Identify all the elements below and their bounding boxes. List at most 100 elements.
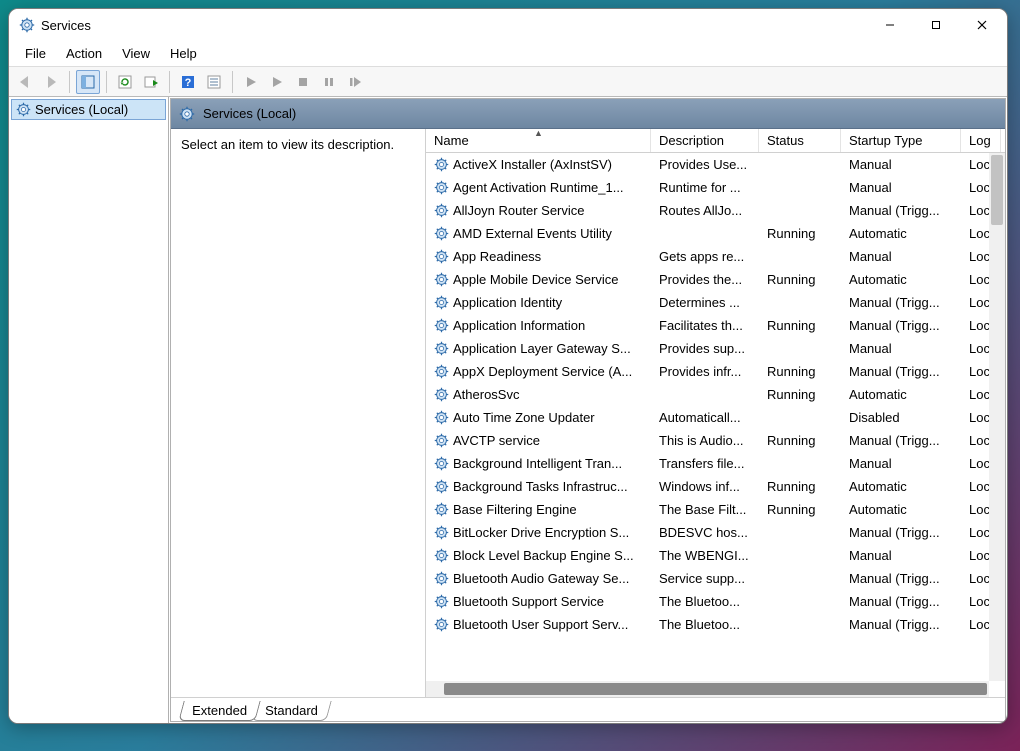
service-description: Provides Use... xyxy=(651,157,759,172)
service-description: Gets apps re... xyxy=(651,249,759,264)
service-startup: Automatic xyxy=(841,479,961,494)
service-startup: Manual (Trigg... xyxy=(841,594,961,609)
properties-button[interactable] xyxy=(202,70,226,94)
service-name: Background Intelligent Tran... xyxy=(453,456,622,471)
service-row[interactable]: AVCTP serviceThis is Audio...RunningManu… xyxy=(426,429,1005,452)
service-icon xyxy=(434,571,449,586)
service-row[interactable]: BitLocker Drive Encryption S...BDESVC ho… xyxy=(426,521,1005,544)
services-list: ▲ Name Description Status Startup Type L… xyxy=(426,129,1005,697)
start-service-button[interactable] xyxy=(239,70,263,94)
service-startup: Manual (Trigg... xyxy=(841,571,961,586)
service-row[interactable]: AllJoyn Router ServiceRoutes AllJo...Man… xyxy=(426,199,1005,222)
service-description: The WBENGI... xyxy=(651,548,759,563)
titlebar[interactable]: Services xyxy=(9,9,1007,41)
menu-action[interactable]: Action xyxy=(56,43,112,64)
service-icon xyxy=(434,617,449,632)
tree-root-services-local[interactable]: Services (Local) xyxy=(11,99,166,120)
service-row[interactable]: Bluetooth Audio Gateway Se...Service sup… xyxy=(426,567,1005,590)
service-row[interactable]: Bluetooth User Support Serv...The Blueto… xyxy=(426,613,1005,636)
service-startup: Disabled xyxy=(841,410,961,425)
close-button[interactable] xyxy=(959,9,1005,41)
stop-service-button[interactable] xyxy=(291,70,315,94)
service-description: The Bluetoo... xyxy=(651,617,759,632)
description-pane: Select an item to view its description. xyxy=(171,129,426,697)
service-name: AMD External Events Utility xyxy=(453,226,612,241)
start-service-alt-button[interactable] xyxy=(265,70,289,94)
service-icon xyxy=(434,272,449,287)
service-icon xyxy=(434,249,449,264)
column-header-logon[interactable]: Log xyxy=(961,129,1001,152)
service-name: Application Layer Gateway S... xyxy=(453,341,631,356)
service-row[interactable]: Application IdentityDetermines ...Manual… xyxy=(426,291,1005,314)
horizontal-scrollbar[interactable] xyxy=(426,681,989,697)
service-name: Apple Mobile Device Service xyxy=(453,272,618,287)
vertical-scrollbar[interactable] xyxy=(989,153,1005,681)
service-row[interactable]: ActiveX Installer (AxInstSV) Provides Use… xyxy=(426,153,1005,176)
service-description: The Base Filt... xyxy=(651,502,759,517)
back-button[interactable] xyxy=(13,70,37,94)
gear-icon xyxy=(179,106,195,122)
forward-button[interactable] xyxy=(39,70,63,94)
tab-standard[interactable]: Standard xyxy=(251,701,331,721)
service-description: Routes AllJo... xyxy=(651,203,759,218)
restart-service-button[interactable] xyxy=(343,70,367,94)
service-row[interactable]: Auto Time Zone UpdaterAutomaticall...Dis… xyxy=(426,406,1005,429)
service-name: Background Tasks Infrastruc... xyxy=(453,479,628,494)
pause-service-button[interactable] xyxy=(317,70,341,94)
export-list-button[interactable] xyxy=(139,70,163,94)
service-row[interactable]: Bluetooth Support ServiceThe Bluetoo...M… xyxy=(426,590,1005,613)
service-row[interactable]: Block Level Backup Engine S...The WBENGI… xyxy=(426,544,1005,567)
column-header-status[interactable]: Status xyxy=(759,129,841,152)
menu-file[interactable]: File xyxy=(15,43,56,64)
service-row[interactable]: Agent Activation Runtime_1...Runtime for… xyxy=(426,176,1005,199)
service-row[interactable]: Apple Mobile Device ServiceProvides the.… xyxy=(426,268,1005,291)
service-description: This is Audio... xyxy=(651,433,759,448)
menu-view[interactable]: View xyxy=(112,43,160,64)
help-button[interactable]: ? xyxy=(176,70,200,94)
service-row[interactable]: AMD External Events UtilityRunningAutoma… xyxy=(426,222,1005,245)
show-hide-tree-button[interactable] xyxy=(76,70,100,94)
service-row[interactable]: Base Filtering EngineThe Base Filt...Run… xyxy=(426,498,1005,521)
service-name: AppX Deployment Service (A... xyxy=(453,364,632,379)
service-status: Running xyxy=(759,272,841,287)
service-name: AtherosSvc xyxy=(453,387,519,402)
service-startup: Manual xyxy=(841,249,961,264)
horizontal-scrollbar-thumb[interactable] xyxy=(444,683,987,695)
service-icon xyxy=(434,548,449,563)
refresh-button[interactable] xyxy=(113,70,137,94)
service-name: BitLocker Drive Encryption S... xyxy=(453,525,629,540)
tree-pane: Services (Local) xyxy=(9,97,169,723)
toolbar: ? xyxy=(9,67,1007,97)
vertical-scrollbar-thumb[interactable] xyxy=(991,155,1003,225)
service-row[interactable]: AppX Deployment Service (A...Provides in… xyxy=(426,360,1005,383)
service-startup: Manual xyxy=(841,548,961,563)
service-description: Service supp... xyxy=(651,571,759,586)
service-icon xyxy=(434,594,449,609)
service-row[interactable]: AtherosSvcRunningAutomaticLoc xyxy=(426,383,1005,406)
minimize-button[interactable] xyxy=(867,9,913,41)
service-row[interactable]: Background Tasks Infrastruc...Windows in… xyxy=(426,475,1005,498)
service-name: Base Filtering Engine xyxy=(453,502,577,517)
maximize-button[interactable] xyxy=(913,9,959,41)
service-icon xyxy=(434,203,449,218)
service-startup: Manual xyxy=(841,180,961,195)
column-header-description[interactable]: Description xyxy=(651,129,759,152)
menu-help[interactable]: Help xyxy=(160,43,207,64)
service-row[interactable]: Application InformationFacilitates th...… xyxy=(426,314,1005,337)
service-status: Running xyxy=(759,226,841,241)
service-row[interactable]: Application Layer Gateway S...Provides s… xyxy=(426,337,1005,360)
column-header-startup[interactable]: Startup Type xyxy=(841,129,961,152)
service-startup: Manual xyxy=(841,341,961,356)
service-status: Running xyxy=(759,479,841,494)
service-name: Application Identity xyxy=(453,295,562,310)
app-icon xyxy=(19,17,35,33)
service-row[interactable]: Background Intelligent Tran... Transfers … xyxy=(426,452,1005,475)
service-description: Automaticall... xyxy=(651,410,759,425)
service-status: Running xyxy=(759,433,841,448)
service-name: Bluetooth Support Service xyxy=(453,594,604,609)
service-name: ActiveX Installer (AxInstSV) xyxy=(453,157,612,172)
service-row[interactable]: App ReadinessGets apps re...ManualLoc xyxy=(426,245,1005,268)
tab-extended[interactable]: Extended xyxy=(178,701,260,721)
service-icon xyxy=(434,364,449,379)
service-description: Transfers file... xyxy=(651,456,759,471)
